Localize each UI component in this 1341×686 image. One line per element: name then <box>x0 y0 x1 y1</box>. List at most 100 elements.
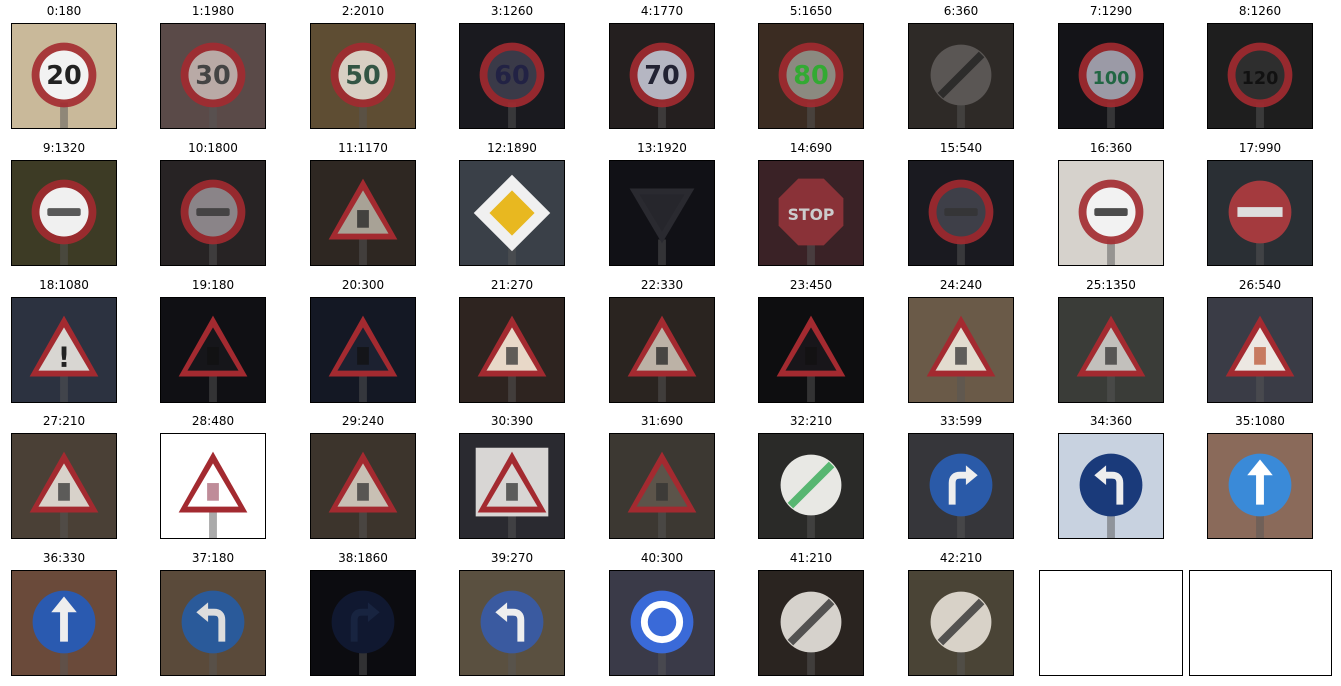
trucks-prohibited-sign-icon <box>1058 160 1164 266</box>
end-speed-limit-80-sign-icon <box>908 23 1014 129</box>
road-work-sign-icon <box>1058 297 1164 403</box>
pedestrians-sign-icon <box>11 433 117 539</box>
sign-class-label: 24:240 <box>939 278 983 292</box>
sign-class-label: 15:540 <box>939 141 983 155</box>
dangerous-curve-left-sign-icon <box>160 297 266 403</box>
sign-class-label: 41:210 <box>789 551 833 565</box>
sign-cell: 4:1770 70 <box>609 4 715 129</box>
sign-cell: 42:210 <box>908 551 1014 676</box>
sign-cell: 16:360 <box>1058 141 1164 266</box>
sign-class-label: 25:1350 <box>1086 278 1136 292</box>
sign-class-label: 13:1920 <box>637 141 687 155</box>
go-straight-or-left-sign-icon <box>160 570 266 676</box>
sign-class-label: 9:1320 <box>42 141 86 155</box>
sign-class-label: 17:990 <box>1238 141 1282 155</box>
sign-class-label: 18:1080 <box>39 278 89 292</box>
sign-class-label: 10:1800 <box>188 141 238 155</box>
priority-road-sign-icon <box>459 160 565 266</box>
sign-cell: 1:1980 30 <box>160 4 266 129</box>
sign-class-label: 29:240 <box>341 414 385 428</box>
svg-text:20: 20 <box>46 61 81 91</box>
sign-class-label: 32:210 <box>789 414 833 428</box>
roundabout-mandatory-sign-icon <box>609 570 715 676</box>
sign-cell: 14:690 STOP <box>758 141 864 266</box>
sign-cell: 18:1080! <box>11 278 117 403</box>
sign-cell: 23:450 <box>758 278 864 403</box>
sign-class-label: 30:390 <box>490 414 534 428</box>
sign-class-label: 31:690 <box>640 414 684 428</box>
sign-cell: 3:1260 60 <box>459 4 565 129</box>
sign-class-label: 2:2010 <box>341 4 385 18</box>
go-straight-or-right-sign-icon <box>11 570 117 676</box>
sign-class-label: 5:1650 <box>789 4 833 18</box>
empty-axis-2 <box>1189 570 1332 676</box>
bumpy-road-sign-icon <box>609 297 715 403</box>
no-entry-sign-icon <box>1207 160 1313 266</box>
sign-class-label: 36:330 <box>42 551 86 565</box>
svg-text:120: 120 <box>1242 69 1279 89</box>
sign-cell: 5:1650 80 <box>758 4 864 129</box>
sign-cell: 11:1170 <box>310 141 416 266</box>
slippery-road-sign-icon <box>758 297 864 403</box>
keep-left-sign-icon <box>459 570 565 676</box>
speed-limit-30-sign-icon: 30 <box>160 23 266 129</box>
stop-sign-icon: STOP <box>758 160 864 266</box>
no-overtaking-trucks-sign-icon <box>160 160 266 266</box>
sign-class-label: 6:360 <box>943 4 979 18</box>
no-overtaking-sign-icon <box>11 160 117 266</box>
speed-limit-60-sign-icon: 60 <box>459 23 565 129</box>
yield-sign-icon <box>609 160 715 266</box>
right-of-way-sign-icon <box>310 160 416 266</box>
sign-cell: 26:540 <box>1207 278 1313 403</box>
sign-cell: 10:1800 <box>160 141 266 266</box>
speed-limit-120-sign-icon: 120 <box>1207 23 1313 129</box>
sign-cell: 9:1320 <box>11 141 117 266</box>
sign-class-label: 19:180 <box>191 278 235 292</box>
sign-cell: 20:300 <box>310 278 416 403</box>
svg-text:60: 60 <box>494 61 530 91</box>
sign-class-label: 26:540 <box>1238 278 1282 292</box>
bicycles-crossing-sign-icon <box>310 433 416 539</box>
sign-cell: 21:270 <box>459 278 565 403</box>
sign-class-label: 21:270 <box>490 278 534 292</box>
sign-cell: 6:360 <box>908 4 1014 129</box>
sign-class-label: 16:360 <box>1089 141 1133 155</box>
sign-cell: 19:180 <box>160 278 266 403</box>
sign-class-label: 22:330 <box>640 278 684 292</box>
end-no-passing-trucks-sign-icon <box>908 570 1014 676</box>
sign-class-label: 40:300 <box>640 551 684 565</box>
double-curve-sign-icon <box>459 297 565 403</box>
sign-cell: 31:690 <box>609 414 715 539</box>
sign-cell: 33:599 <box>908 414 1014 539</box>
end-of-no-passing-sign-icon <box>758 570 864 676</box>
sign-class-label: 11:1170 <box>338 141 388 155</box>
dangerous-curve-right-sign-icon <box>310 297 416 403</box>
svg-text:100: 100 <box>1093 69 1130 89</box>
sign-cell: 32:210 <box>758 414 864 539</box>
sign-cell: 37:180 <box>160 551 266 676</box>
sign-cell: 0:180 20 <box>11 4 117 129</box>
sign-class-label: 33:599 <box>939 414 983 428</box>
sign-class-label: 37:180 <box>191 551 235 565</box>
no-vehicles-sign-icon <box>908 160 1014 266</box>
sign-cell: 22:330 <box>609 278 715 403</box>
sign-cell: 8:1260 120 <box>1207 4 1313 129</box>
sign-cell: 35:1080 <box>1207 414 1313 539</box>
sign-cell: 13:1920 <box>609 141 715 266</box>
sign-cell: 7:1290 100 <box>1058 4 1164 129</box>
sign-class-label: 3:1260 <box>490 4 534 18</box>
sign-cell: 40:300 <box>609 551 715 676</box>
speed-limit-20-sign-icon: 20 <box>11 23 117 129</box>
sign-cell: 17:990 <box>1207 141 1313 266</box>
sign-class-label: 23:450 <box>789 278 833 292</box>
sign-cell: 24:240 <box>908 278 1014 403</box>
sign-class-label: 7:1290 <box>1089 4 1133 18</box>
empty-axis-1 <box>1039 570 1183 676</box>
sign-cell: 27:210 <box>11 414 117 539</box>
turn-right-ahead-sign-icon <box>908 433 1014 539</box>
sign-class-label: 1:1980 <box>191 4 235 18</box>
children-crossing-sign-icon <box>160 433 266 539</box>
sign-cell: 30:390 <box>459 414 565 539</box>
sign-class-label: 20:300 <box>341 278 385 292</box>
svg-text:70: 70 <box>644 61 680 91</box>
